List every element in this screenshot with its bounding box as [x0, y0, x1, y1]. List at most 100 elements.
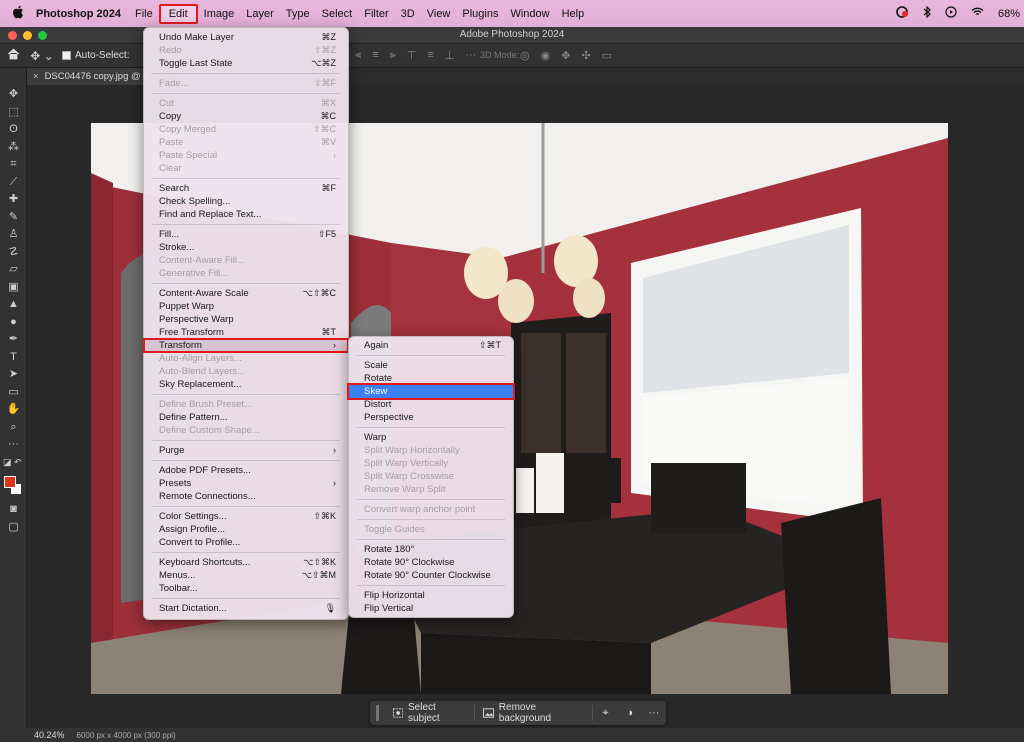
creative-cloud-icon[interactable] — [895, 6, 909, 21]
menu-view[interactable]: View — [421, 4, 457, 24]
transform-menu-item-toggle-guides[interactable]: Toggle Guides — [349, 523, 513, 536]
transform-menu-item-convert-warp-anchor-point[interactable]: Convert warp anchor point — [349, 503, 513, 516]
3d-slide-icon[interactable]: ✣ — [581, 49, 590, 62]
edit-menu-item-fill[interactable]: Fill... ⇧F5 — [144, 228, 348, 241]
transform-menu-item-rotate-180[interactable]: Rotate 180° — [349, 543, 513, 556]
3d-pan-icon[interactable]: ✥ — [561, 49, 570, 62]
type-icon[interactable]: T — [0, 349, 27, 367]
transform-options-icon[interactable]: ⌖ — [593, 707, 617, 720]
transform-menu-item-flip-vertical[interactable]: Flip Vertical — [349, 602, 513, 615]
auto-select-checkbox[interactable] — [62, 51, 71, 60]
quick-mask-icon[interactable]: ◙ — [0, 501, 27, 519]
marquee-icon[interactable]: ⬚ — [0, 104, 27, 122]
menu-help[interactable]: Help — [556, 4, 591, 24]
clone-stamp-icon[interactable]: ♙ — [0, 226, 27, 244]
transform-menu-item-scale[interactable]: Scale — [349, 359, 513, 372]
edit-menu-item-generative-fill[interactable]: Generative Fill... — [144, 267, 348, 280]
align-left-icon[interactable]: ⫷ — [355, 49, 361, 62]
blur-icon[interactable]: ▲ — [0, 296, 27, 314]
edit-menu-item-free-transform[interactable]: Free Transform ⌘T — [144, 326, 348, 339]
adjustment-icon[interactable]: ◑ — [618, 707, 642, 719]
edit-menu-item-keyboard-shortcuts[interactable]: Keyboard Shortcuts... ⌥⇧⌘K — [144, 556, 348, 569]
edit-menu-item-purge[interactable]: Purge › — [144, 444, 348, 457]
path-selection-icon[interactable]: ➤ — [0, 366, 27, 384]
app-name[interactable]: Photoshop 2024 — [36, 8, 121, 20]
wifi-icon[interactable] — [971, 7, 984, 20]
edit-menu-item-toggle-last-state[interactable]: Toggle Last State ⌥⌘Z — [144, 57, 348, 70]
edit-menu-item-clear[interactable]: Clear — [144, 162, 348, 175]
3d-orbit-icon[interactable]: ◎ — [520, 49, 530, 62]
battery-percent[interactable]: 68% — [998, 8, 1020, 20]
transform-menu-item-split-warp-crosswise[interactable]: Split Warp Crosswise — [349, 470, 513, 483]
transform-menu-item-skew[interactable]: Skew — [347, 383, 515, 400]
edit-menu-item-adobe-pdf-presets[interactable]: Adobe PDF Presets... — [144, 464, 348, 477]
edit-menu-item-define-brush-preset[interactable]: Define Brush Preset... — [144, 398, 348, 411]
menu-edit[interactable]: Edit — [158, 3, 198, 24]
crop-icon[interactable]: ⌗ — [0, 156, 27, 174]
edit-menu-item-menus[interactable]: Menus... ⌥⇧⌘M — [144, 569, 348, 582]
transform-menu-item-warp[interactable]: Warp — [349, 431, 513, 444]
gradient-icon[interactable]: ▣ — [0, 279, 27, 297]
menu-select[interactable]: Select — [316, 4, 359, 24]
3d-roll-icon[interactable]: ◉ — [541, 49, 551, 62]
dodge-icon[interactable]: ● — [0, 314, 27, 332]
transform-menu-item-rotate[interactable]: Rotate — [349, 372, 513, 385]
3d-scale-icon[interactable]: ▭ — [602, 49, 612, 62]
play-circle-icon[interactable] — [945, 6, 957, 21]
document-dimensions[interactable]: 6000 px x 4000 px (300 ppi) — [77, 731, 176, 740]
edit-menu-item-copy[interactable]: Copy ⌘C — [144, 110, 348, 123]
edit-menu-item-search[interactable]: Search ⌘F — [144, 182, 348, 195]
align-top-icon[interactable]: ⊤ — [407, 49, 417, 62]
transform-menu-item-flip-horizontal[interactable]: Flip Horizontal — [349, 589, 513, 602]
edit-menu-item-redo[interactable]: Redo ⇧⌘Z — [144, 44, 348, 57]
edit-menu-item-remote-connections[interactable]: Remote Connections... — [144, 490, 348, 503]
home-icon[interactable] — [0, 48, 26, 63]
edit-menu-item-start-dictation[interactable]: Start Dictation... 🎙 — [144, 602, 348, 615]
zoom-level[interactable]: 40.24% — [34, 730, 65, 740]
transform-menu-item-split-warp-horizontally[interactable]: Split Warp Horizontally — [349, 444, 513, 457]
menu-type[interactable]: Type — [280, 4, 316, 24]
transform-menu-item-perspective[interactable]: Perspective — [349, 411, 513, 424]
edit-menu-item-transform[interactable]: Transform › — [143, 338, 349, 353]
rectangle-icon[interactable]: ▭ — [0, 384, 27, 402]
edit-menu-item-define-custom-shape[interactable]: Define Custom Shape... — [144, 424, 348, 437]
edit-menu-item-find-and-replace-text[interactable]: Find and Replace Text... — [144, 208, 348, 221]
edit-menu-item-perspective-warp[interactable]: Perspective Warp — [144, 313, 348, 326]
edit-menu-item-convert-to-profile[interactable]: Convert to Profile... — [144, 536, 348, 549]
hand-icon[interactable]: ✋ — [0, 401, 27, 419]
menu-plugins[interactable]: Plugins — [456, 4, 504, 24]
edit-menu-item-content-aware-scale[interactable]: Content-Aware Scale ⌥⇧⌘C — [144, 287, 348, 300]
menu-file[interactable]: File — [129, 4, 159, 24]
more-tools-icon[interactable]: ··· — [0, 436, 27, 454]
pen-icon[interactable]: ✒ — [0, 331, 27, 349]
select-subject-button[interactable]: Select subject — [385, 701, 474, 725]
apple-icon[interactable] — [12, 5, 30, 22]
menu-filter[interactable]: Filter — [358, 4, 394, 24]
brush-icon[interactable]: ✎ — [0, 209, 27, 227]
move-icon[interactable]: ✥ — [0, 86, 27, 104]
lasso-icon[interactable]: ʘ — [0, 121, 27, 139]
edit-menu-item-copy-merged[interactable]: Copy Merged ⇧⌘C — [144, 123, 348, 136]
align-bottom-icon[interactable]: ⊥ — [445, 49, 455, 62]
menu-layer[interactable]: Layer — [240, 4, 280, 24]
edit-menu-item-assign-profile[interactable]: Assign Profile... — [144, 523, 348, 536]
history-brush-icon[interactable]: ☡ — [0, 244, 27, 262]
edit-menu-item-presets[interactable]: Presets › — [144, 477, 348, 490]
edit-menu-item-toolbar[interactable]: Toolbar... — [144, 582, 348, 595]
edit-menu-item-paste[interactable]: Paste ⌘V — [144, 136, 348, 149]
swap-colors-icon[interactable]: ◪ ↶ — [0, 454, 27, 472]
bluetooth-icon[interactable] — [923, 5, 931, 21]
transform-menu-item-rotate-90-counter-clockwise[interactable]: Rotate 90° Counter Clockwise — [349, 569, 513, 582]
edit-menu-item-define-pattern[interactable]: Define Pattern... — [144, 411, 348, 424]
transform-menu-item-remove-warp-split[interactable]: Remove Warp Split — [349, 483, 513, 496]
transform-menu-item-distort[interactable]: Distort — [349, 398, 513, 411]
magic-wand-icon[interactable]: ⁂ — [0, 139, 27, 157]
eyedropper-icon[interactable]: ⟋ — [0, 174, 27, 192]
menu-window[interactable]: Window — [504, 4, 555, 24]
transform-menu-item-again[interactable]: Again ⇧⌘T — [349, 339, 513, 352]
drag-handle[interactable] — [376, 705, 379, 721]
edit-menu-item-sky-replacement[interactable]: Sky Replacement... — [144, 378, 348, 391]
edit-menu-item-color-settings[interactable]: Color Settings... ⇧⌘K — [144, 510, 348, 523]
align-center-icon[interactable]: ≡ — [372, 49, 378, 62]
edit-menu-item-puppet-warp[interactable]: Puppet Warp — [144, 300, 348, 313]
